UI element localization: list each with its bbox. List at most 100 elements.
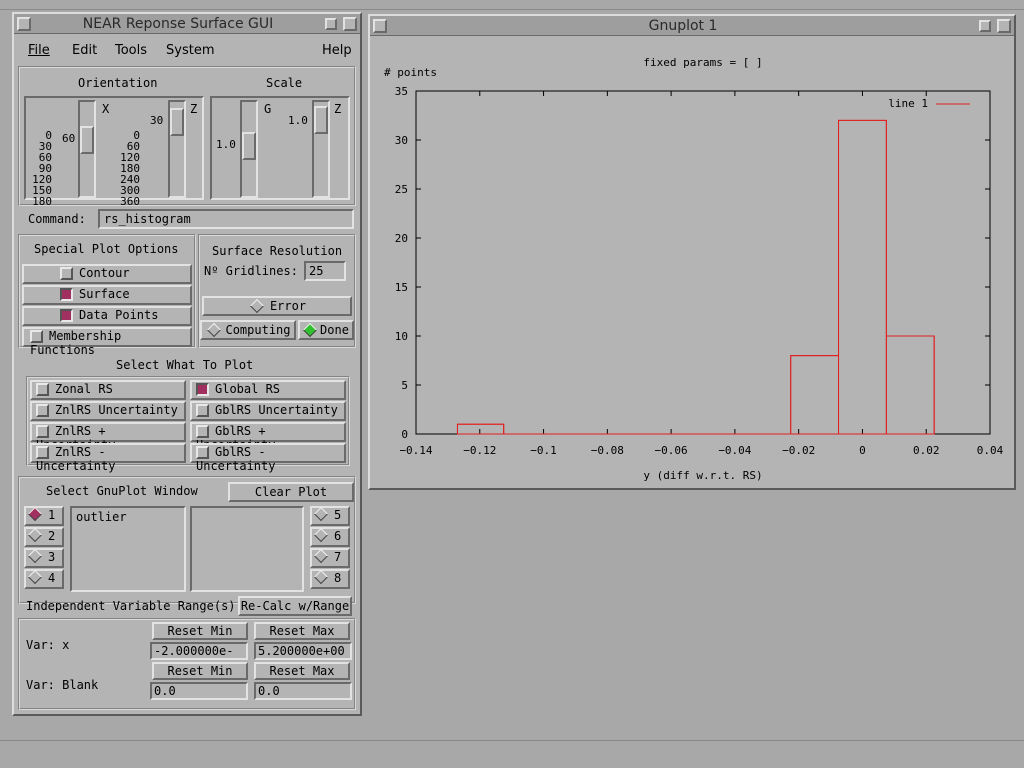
clear-plot-button[interactable]: Clear Plot: [228, 482, 354, 502]
zonal-rs-toggle[interactable]: Zonal RS: [30, 380, 186, 400]
x-tick-labels: 0 30 60 90 120 150 180: [32, 129, 52, 208]
y-tick-label: 15: [395, 281, 408, 294]
x-reset-max-button[interactable]: Reset Max: [254, 622, 350, 640]
x-tick-label: 0.02: [913, 444, 940, 457]
window-1-radio[interactable]: 1: [24, 506, 64, 526]
window-menu-icon[interactable]: [373, 18, 387, 33]
window-menu-icon[interactable]: [17, 16, 31, 31]
window-6-radio[interactable]: 6: [310, 527, 350, 547]
scale-z-slider-track[interactable]: [312, 100, 330, 198]
global-rs-toggle[interactable]: Global RS: [190, 380, 346, 400]
scale-z-slider-thumb[interactable]: [314, 106, 328, 134]
error-indicator: [249, 298, 265, 314]
gbl-uncertainty-toggle[interactable]: GblRS Uncertainty: [190, 401, 346, 421]
gbl-uncertainty-indicator: [196, 404, 209, 417]
menu-tools[interactable]: Tools: [115, 43, 147, 58]
minimize-icon[interactable]: [325, 17, 337, 30]
data-points-toggle[interactable]: Data Points: [22, 306, 192, 326]
y-tick-label: 0: [401, 428, 408, 441]
contour-indicator: [60, 267, 73, 280]
x-max-input[interactable]: 5.200000e+00: [254, 642, 352, 660]
gnuplot-list-left[interactable]: outlier: [70, 506, 186, 592]
window-8-radio[interactable]: 8: [310, 569, 350, 589]
desktop-line: [0, 9, 1024, 10]
x-reset-min-button[interactable]: Reset Min: [152, 622, 248, 640]
recalc-button[interactable]: Re-Calc w/Range: [238, 596, 352, 616]
orientation-label: Orientation: [78, 76, 158, 90]
x-min-input[interactable]: -2.000000e-01: [150, 642, 248, 660]
y-tick-label: 10: [395, 330, 408, 343]
plot-frame: [415, 90, 991, 435]
left-window-titlebar[interactable]: NEAR Reponse Surface GUI: [14, 14, 360, 34]
window-5-radio[interactable]: 5: [310, 506, 350, 526]
chart-title: fixed params = [ ]: [643, 56, 762, 69]
menu-help[interactable]: Help: [322, 43, 352, 58]
g-axis-label: G: [264, 102, 272, 116]
histogram-bar: [456, 423, 505, 435]
blank-min-input[interactable]: 0.0: [150, 682, 248, 700]
var-blank-label: Var: Blank: [26, 678, 99, 692]
x-slider-track[interactable]: [78, 100, 96, 198]
x-slider-thumb[interactable]: [80, 126, 94, 154]
special-plot-label: Special Plot Options: [34, 242, 179, 256]
y-tick-label: 5: [401, 379, 408, 392]
gnuplot-titlebar[interactable]: Gnuplot 1: [370, 16, 1014, 36]
window-1-indicator: [27, 506, 43, 522]
y-tick-label: 20: [395, 232, 408, 245]
z-slider-thumb[interactable]: [170, 108, 184, 136]
g-slider-track[interactable]: [240, 100, 258, 198]
legend-label: line 1: [888, 97, 928, 110]
histogram-bar: [885, 335, 935, 435]
list-item[interactable]: outlier: [76, 510, 127, 524]
orientation-scale-frame: Orientation Scale 0 30 60 90 120 150 180 60 X …: [18, 66, 356, 207]
window-3-radio[interactable]: 3: [24, 548, 64, 568]
surface-resolution-label: Surface Resolution: [212, 244, 343, 258]
menu-file[interactable]: File: [28, 43, 50, 58]
gbl-plus-indicator: [196, 425, 209, 438]
menu-system[interactable]: System: [166, 43, 214, 58]
maximize-icon[interactable]: [343, 16, 357, 31]
znl-minus-toggle[interactable]: ZnlRS - Uncertainty: [30, 443, 186, 473]
gridlines-input[interactable]: 25: [304, 261, 346, 281]
surface-toggle[interactable]: Surface: [22, 285, 192, 305]
window-4-indicator: [27, 569, 43, 585]
window-7-radio[interactable]: 7: [310, 548, 350, 568]
maximize-icon[interactable]: [997, 18, 1011, 33]
window-8-indicator: [313, 569, 329, 585]
gridlines-label: Nº Gridlines:: [204, 264, 298, 278]
menu-bar: File Edit Tools System Help: [18, 40, 356, 62]
response-surface-window: NEAR Reponse Surface GUI File Edit Tools…: [12, 12, 362, 716]
data-points-indicator: [60, 309, 73, 322]
y-tick-label: 30: [395, 134, 408, 147]
membership-toggle[interactable]: Membership Functions: [22, 327, 192, 357]
gbl-minus-toggle[interactable]: GblRS - Uncertainty: [190, 443, 346, 473]
var-x-label: Var: x: [26, 638, 70, 652]
window-4-radio[interactable]: 4: [24, 569, 64, 589]
y-tick-label: 35: [395, 85, 408, 98]
window-2-radio[interactable]: 2: [24, 527, 64, 547]
command-input[interactable]: rs_histogram: [98, 209, 354, 229]
gbl-plus-toggle[interactable]: GblRS + Uncertainty: [190, 422, 346, 452]
surface-indicator: [60, 288, 73, 301]
blank-max-input[interactable]: 0.0: [254, 682, 352, 700]
window-7-indicator: [313, 548, 329, 564]
x-axis-label: X: [102, 102, 110, 116]
z-value: 30: [150, 114, 164, 127]
znl-plus-toggle[interactable]: ZnlRS + Uncertainty: [30, 422, 186, 452]
x-tick-label: −0.1: [530, 444, 557, 457]
contour-toggle[interactable]: Contour: [22, 264, 192, 284]
gnuplot-list-right[interactable]: [190, 506, 304, 592]
done-status: Done: [298, 320, 354, 340]
range-frame: Var: x Var: Blank Reset Min Reset Max -2…: [18, 618, 356, 710]
znl-uncertainty-toggle[interactable]: ZnlRS Uncertainty: [30, 401, 186, 421]
blank-reset-min-button[interactable]: Reset Min: [152, 662, 248, 680]
computing-indicator: [207, 322, 222, 338]
minimize-icon[interactable]: [979, 19, 991, 32]
g-slider-thumb[interactable]: [242, 132, 256, 160]
left-window-title: NEAR Reponse Surface GUI: [82, 15, 274, 32]
gnuplot-window: Gnuplot 1 fixed params = [ ] # points y (d…: [368, 14, 1016, 490]
z-slider-track[interactable]: [168, 100, 186, 198]
blank-reset-max-button[interactable]: Reset Max: [254, 662, 350, 680]
menu-edit[interactable]: Edit: [72, 43, 97, 58]
histogram-series-line: [456, 119, 935, 435]
